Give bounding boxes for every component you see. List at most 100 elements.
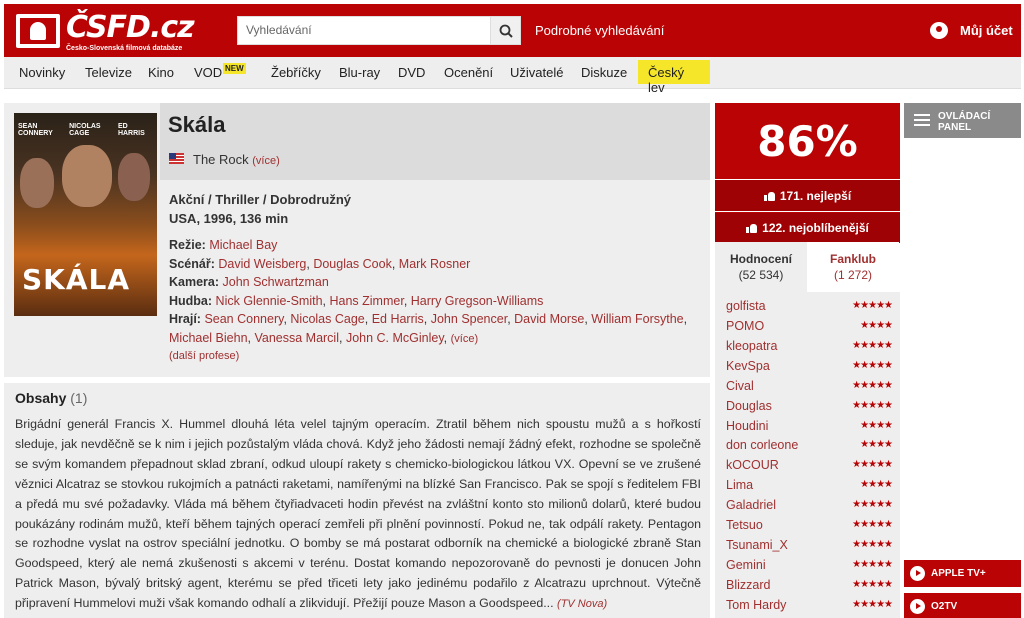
tab-fanclub-count: (1 272)	[833, 268, 873, 282]
person-link[interactable]: John Schwartzman	[223, 275, 329, 289]
music-row: Hudba: Nick Glennie-Smith, Hans Zimmer, …	[169, 293, 544, 308]
nav-item-uzivatele[interactable]: Uživatelé	[510, 65, 563, 80]
vod-apple-tv-button[interactable]: APPLE TV+	[904, 560, 1021, 587]
advanced-search-link[interactable]: Podrobné vyhledávání	[535, 23, 664, 38]
user-link[interactable]: Blizzard	[726, 578, 770, 592]
user-link[interactable]: Gemini	[726, 558, 766, 572]
user-rating-row: Tsunami_X ★★★★★	[726, 538, 893, 558]
actor-link[interactable]: William Forsythe	[591, 312, 683, 326]
nav-item-diskuze[interactable]: Diskuze	[581, 65, 627, 80]
nav-item-vod[interactable]: VOD	[194, 65, 222, 80]
csfd-logo[interactable]: ČSFD.cz Česko-Slovenská filmová databáze	[14, 10, 195, 54]
user-rating-row: KevSpa ★★★★★	[726, 359, 893, 379]
tab-fanclub[interactable]: Fanklub (1 272)	[807, 242, 899, 292]
user-link[interactable]: kOCOUR	[726, 458, 779, 472]
user-link[interactable]: don corleone	[726, 438, 798, 452]
user-rating-row: don corleone ★★★★	[726, 438, 893, 458]
nav-item-dvd[interactable]: DVD	[398, 65, 425, 80]
actor-link[interactable]: Sean Connery	[204, 312, 283, 326]
search-button[interactable]	[490, 16, 521, 45]
more-cast-link[interactable]: (více)	[451, 333, 479, 345]
popular-rank-link[interactable]: 122. nejoblíbenější	[715, 212, 900, 243]
poster-name: ED HARRIS	[117, 123, 145, 137]
user-link[interactable]: Lima	[726, 478, 753, 492]
actor-link[interactable]: Vanessa Marcil	[254, 331, 339, 345]
actor-link[interactable]: Nicolas Cage	[290, 312, 364, 326]
account-label: Můj účet	[960, 23, 1013, 38]
thumbs-up-icon	[763, 191, 775, 201]
nav-item-novinky[interactable]: Novinky	[19, 65, 65, 80]
user-link[interactable]: Tetsuo	[726, 518, 763, 532]
vod-o2tv-button[interactable]: O2TV	[904, 593, 1021, 618]
search-input[interactable]: Vyhledávání	[237, 16, 490, 45]
poster-names: SEAN CONNERY NICOLAS CAGE ED HARRIS	[18, 123, 153, 137]
user-rating-row: kleopatra ★★★★★	[726, 339, 893, 359]
tab-ratings[interactable]: Hodnocení (52 534)	[715, 242, 807, 292]
user-rating-row: Tom Hardy ★★★★★	[726, 598, 893, 618]
rating-percent: 86%	[715, 103, 900, 179]
poster-face	[62, 145, 112, 207]
user-link[interactable]: kleopatra	[726, 339, 777, 353]
user-rating-row: Tetsuo ★★★★★	[726, 518, 893, 538]
nav-item-zebricky[interactable]: Žebříčky	[271, 65, 321, 80]
star-rating: ★★★★	[860, 439, 893, 450]
original-title-text: The Rock	[193, 152, 249, 167]
person-link[interactable]: David Weisberg	[218, 257, 306, 271]
plot-count: (1)	[70, 390, 88, 406]
tab-ratings-count: (52 534)	[738, 268, 784, 282]
user-link[interactable]: Tom Hardy	[726, 598, 786, 612]
more-professions-link[interactable]: (další profese)	[169, 350, 239, 362]
poster-name: SEAN CONNERY	[18, 123, 53, 137]
user-link[interactable]: POMO	[726, 319, 764, 333]
plot-heading-text: Obsahy	[15, 390, 67, 406]
camera-label: Kamera:	[169, 275, 220, 290]
best-rank-link[interactable]: 171. nejlepší	[715, 180, 900, 211]
camera-row: Kamera: John Schwartzman	[169, 273, 704, 292]
user-link[interactable]: Tsunami_X	[726, 538, 788, 552]
person-link[interactable]: Douglas Cook	[313, 257, 392, 271]
tab-fanclub-label: Fanklub	[829, 252, 876, 266]
control-panel-button[interactable]: OVLÁDACÍ PANEL	[904, 103, 1021, 138]
actor-link[interactable]: David Morse	[514, 312, 584, 326]
cast-row: Hrají: Sean Connery, Nicolas Cage, Ed Ha…	[169, 312, 688, 345]
film-creators: Režie: Michael Bay Scénář: David Weisber…	[169, 236, 704, 349]
person-link[interactable]: Mark Rosner	[399, 257, 471, 271]
actor-link[interactable]: John Spencer	[431, 312, 507, 326]
user-rating-row: POMO ★★★★	[726, 319, 893, 339]
account-button[interactable]: Můj účet	[930, 22, 1013, 39]
plot-source[interactable]: (TV Nova)	[557, 598, 607, 610]
user-link[interactable]: Cival	[726, 379, 754, 393]
control-panel-label: OVLÁDACÍ PANEL	[938, 111, 991, 133]
film-poster[interactable]: SEAN CONNERY NICOLAS CAGE ED HARRIS SKÁL…	[14, 113, 157, 316]
film-origin: USA, 1996, 136 min	[169, 211, 289, 226]
logo-subtitle: Česko-Slovenská filmová databáze	[66, 45, 183, 52]
user-link[interactable]: KevSpa	[726, 359, 770, 373]
play-icon	[910, 566, 925, 581]
nav-item-cesky-lev[interactable]: Český lev	[638, 60, 710, 95]
star-rating: ★★★★★	[852, 400, 893, 411]
poster-title: SKÁLA	[22, 263, 131, 296]
user-link[interactable]: golfista	[726, 299, 766, 313]
actor-link[interactable]: Michael Biehn	[169, 331, 248, 345]
user-link[interactable]: Douglas	[726, 399, 772, 413]
cast-label: Hrají:	[169, 312, 201, 327]
nav-item-kino[interactable]: Kino	[148, 65, 174, 80]
more-titles-link[interactable]: (více)	[252, 155, 280, 167]
director-link[interactable]: Michael Bay	[209, 238, 277, 252]
star-rating: ★★★★★	[852, 300, 893, 311]
main-nav: Novinky Televize Kino VOD NEW Žebříčky B…	[4, 57, 1021, 95]
user-link[interactable]: Galadriel	[726, 498, 776, 512]
user-link[interactable]: Houdini	[726, 419, 768, 433]
actor-link[interactable]: John C. McGinley	[346, 331, 444, 345]
actor-link[interactable]: Ed Harris	[372, 312, 424, 326]
star-rating: ★★★★	[860, 420, 893, 431]
nav-item-televize[interactable]: Televize	[85, 65, 132, 80]
nav-item-oceneni[interactable]: Ocenění	[444, 65, 493, 80]
star-rating: ★★★★★	[852, 519, 893, 530]
person-link[interactable]: Harry Gregson-Williams	[411, 294, 544, 308]
person-link[interactable]: Nick Glennie-Smith	[216, 294, 323, 308]
person-link[interactable]: Hans Zimmer	[329, 294, 403, 308]
logo-text: ČSFD.cz	[66, 10, 195, 45]
nav-item-bluray[interactable]: Blu-ray	[339, 65, 380, 80]
plot-heading: Obsahy (1)	[15, 390, 87, 406]
